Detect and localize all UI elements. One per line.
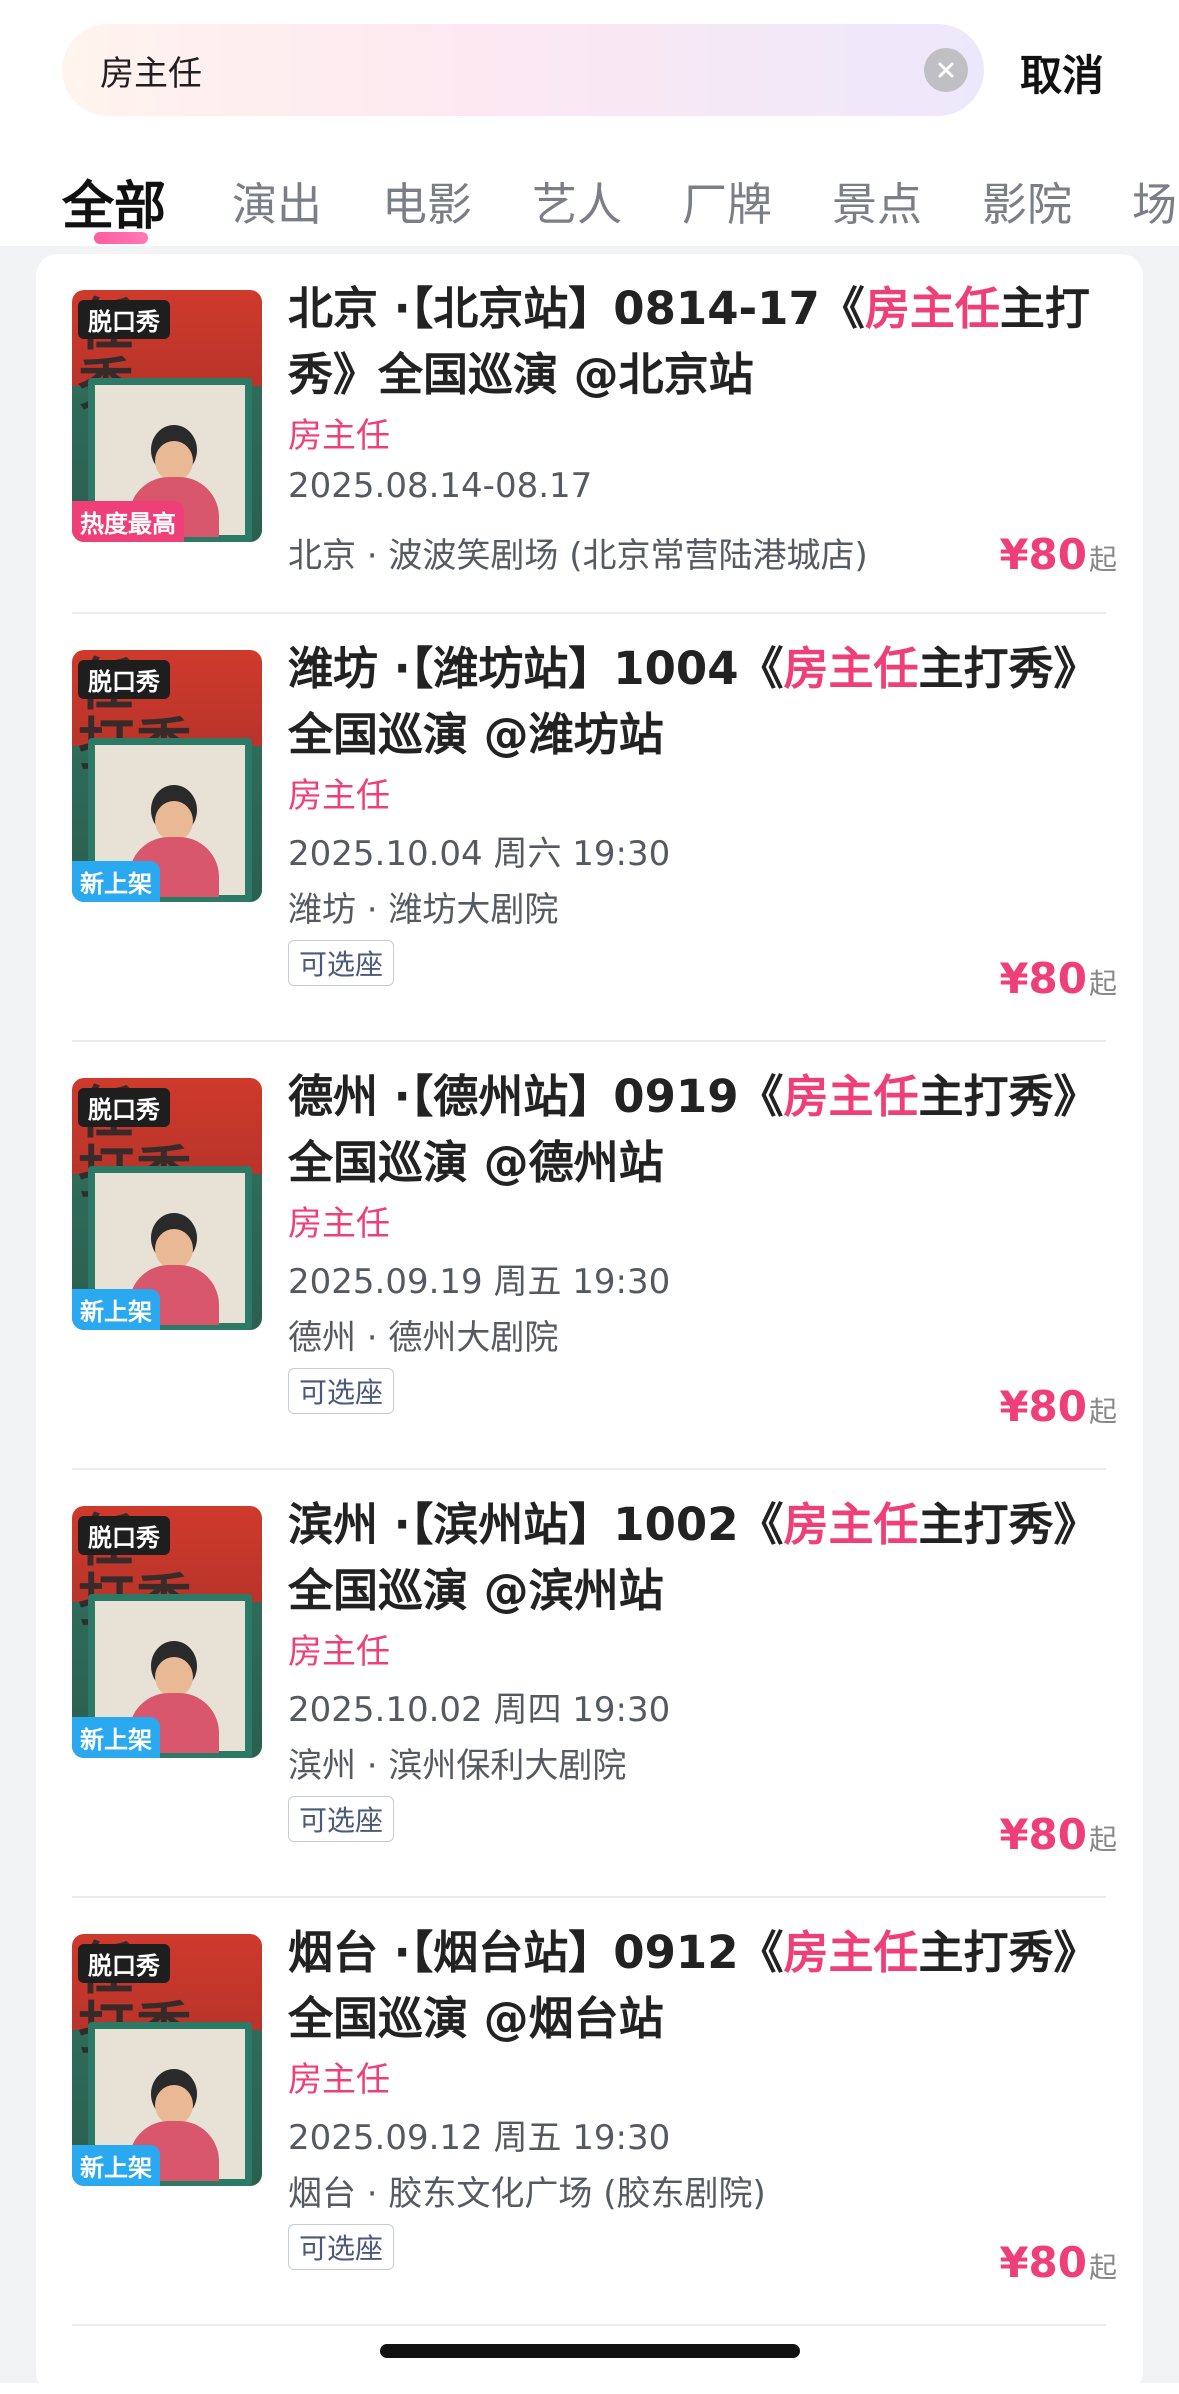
category-tag: 脱口秀: [78, 1516, 170, 1555]
list-item[interactable]: 任打秀 脱口秀 新上架 滨州 ·【滨州站】1002《房主任主打秀》全国巡演 @滨…: [36, 1470, 1143, 1900]
clear-icon[interactable]: [924, 48, 968, 92]
item-title: 德州 ·【德州站】0919《房主任主打秀》全国巡演 @德州站: [288, 1070, 1099, 1189]
tab-label[interactable]: 厂牌: [682, 168, 772, 233]
list-item[interactable]: 任打秀 脱口秀 新上架 潍坊 ·【潍坊站】1004《房主任主打秀》全国巡演 @潍…: [36, 614, 1143, 1044]
list-item[interactable]: 任打秀 脱口秀 新上架 德州 ·【德州站】0919《房主任主打秀》全国巡演 @德…: [36, 1042, 1143, 1472]
item-price: ¥80起: [999, 1810, 1117, 1859]
cancel-button[interactable]: 取消: [1020, 42, 1104, 103]
list-item[interactable]: 任打秀 脱口秀 新上架 烟台 ·【烟台站】0912《房主任主打秀》全国巡演 @烟…: [36, 1898, 1143, 2328]
item-artist: 房主任: [288, 2060, 390, 2100]
item-artist: 房主任: [288, 1204, 390, 1244]
item-date: 2025.10.02 周四 19:30: [288, 1690, 671, 1730]
item-date: 2025.09.19 周五 19:30: [288, 1262, 671, 1302]
status-badge: 热度最高: [72, 501, 184, 542]
status-badge: 新上架: [72, 1717, 160, 1758]
tab-movie[interactable]: 电影: [382, 168, 472, 233]
item-date: 2025.08.14-08.17: [288, 466, 593, 506]
item-title: 北京 ·【北京站】0814-17《房主任主打秀》全国巡演 @北京站: [288, 282, 1090, 401]
seat-select-badge: 可选座: [288, 2224, 395, 2270]
seat-select-badge: 可选座: [288, 940, 395, 986]
search-bar[interactable]: 房主任: [62, 24, 984, 116]
item-artist: 房主任: [288, 416, 390, 456]
item-price: ¥80起: [999, 1382, 1117, 1431]
tab-performance[interactable]: 演出: [232, 168, 322, 233]
item-title: 潍坊 ·【潍坊站】1004《房主任主打秀》全国巡演 @潍坊站: [288, 642, 1099, 761]
status-badge: 新上架: [72, 861, 160, 902]
tab-venue[interactable]: 场: [1132, 168, 1177, 233]
top-bar: 房主任 取消: [0, 0, 1179, 140]
category-tag: 脱口秀: [78, 1944, 170, 1983]
category-tabs: 全部 演出 电影 艺人 厂牌 景点 影院 场: [0, 150, 1179, 246]
tab-all[interactable]: 全部: [62, 164, 166, 239]
item-title: 烟台 ·【烟台站】0912《房主任主打秀》全国巡演 @烟台站: [288, 1926, 1099, 2045]
seat-select-badge: 可选座: [288, 1796, 395, 1842]
item-price: ¥80起: [999, 530, 1117, 579]
category-tag: 脱口秀: [78, 300, 170, 339]
item-title: 滨州 ·【滨州站】1002《房主任主打秀》全国巡演 @滨州站: [288, 1498, 1099, 1617]
item-price: ¥80起: [999, 954, 1117, 1003]
poster-image: 任打秀 脱口秀 新上架: [72, 1506, 262, 1758]
item-venue: 德州 · 德州大剧院: [288, 1318, 559, 1358]
item-date: 2025.10.04 周六 19:30: [288, 834, 671, 874]
status-badge: 新上架: [72, 1289, 160, 1330]
item-venue: 烟台 · 胶东文化广场 (胶东剧院): [288, 2174, 766, 2214]
item-artist: 房主任: [288, 1632, 390, 1672]
divider: [72, 2324, 1106, 2326]
item-venue: 滨州 · 滨州保利大剧院: [288, 1746, 627, 1786]
tab-artist[interactable]: 艺人: [532, 168, 622, 233]
item-artist: 房主任: [288, 776, 390, 816]
tab-active-indicator: [94, 232, 148, 244]
poster-image: 任打秀 脱口秀 新上架: [72, 1078, 262, 1330]
status-badge: 新上架: [72, 2145, 160, 2186]
item-date: 2025.09.12 周五 19:30: [288, 2118, 671, 2158]
home-indicator[interactable]: [380, 2344, 800, 2358]
category-tag: 脱口秀: [78, 1088, 170, 1127]
poster-image: 任打秀 脱口秀 新上架: [72, 650, 262, 902]
seat-select-badge: 可选座: [288, 1368, 395, 1414]
item-venue: 潍坊 · 潍坊大剧院: [288, 890, 559, 930]
tab-attraction[interactable]: 景点: [832, 168, 922, 233]
tab-cinema[interactable]: 影院: [982, 168, 1072, 233]
search-input[interactable]: 房主任: [100, 46, 202, 95]
item-price: ¥80起: [999, 2238, 1117, 2287]
item-venue: 北京 · 波波笑剧场 (北京常营陆港城店): [288, 536, 868, 576]
poster-image: 任秀 脱口秀 热度最高: [72, 290, 262, 542]
category-tag: 脱口秀: [78, 660, 170, 699]
poster-image: 任打秀 脱口秀 新上架: [72, 1934, 262, 2186]
